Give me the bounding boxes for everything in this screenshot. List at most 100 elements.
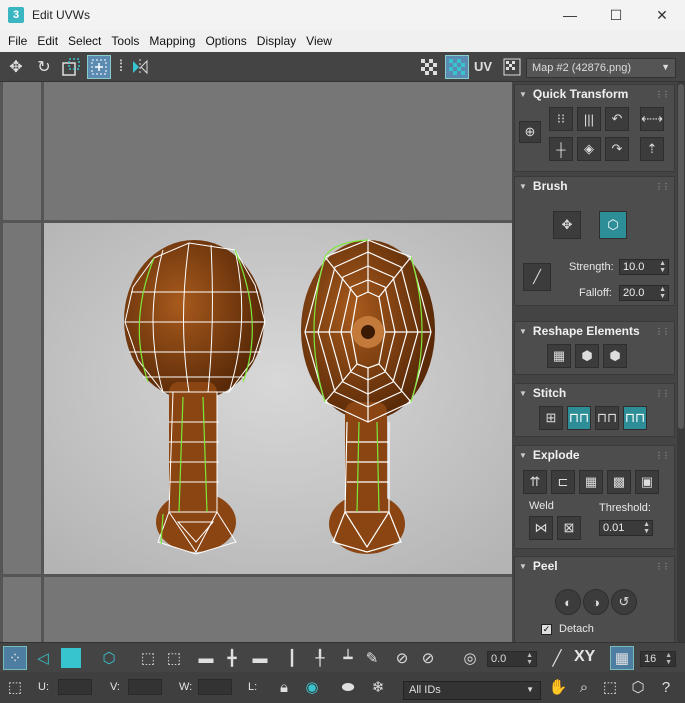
freeze-hide-icon[interactable]: ⬬ — [336, 675, 360, 699]
zoom-region-icon[interactable]: ⬚ — [598, 675, 622, 699]
zoom-extents-icon[interactable]: ⬡ — [626, 675, 650, 699]
straighten-icon[interactable]: ◈ — [577, 137, 601, 161]
grid-size-field[interactable]: 16 ▲ ▼ — [640, 651, 676, 667]
element-mode-icon[interactable]: ⬡ — [97, 646, 121, 670]
grow-selection-icon[interactable]: ╋ — [220, 646, 244, 670]
peel-mode-icon[interactable]: ◑ — [583, 589, 609, 615]
minimize-button[interactable]: — — [547, 0, 593, 30]
align-to-edge-icon[interactable]: ┼ — [549, 137, 573, 161]
grid-snap-icon[interactable]: ▦ — [610, 646, 634, 670]
move-icon[interactable]: ✥ — [4, 55, 28, 79]
absolute-offset-icon[interactable]: ⬚ — [3, 675, 27, 699]
mirror-icon[interactable] — [128, 55, 152, 79]
menu-edit[interactable]: Edit — [32, 34, 63, 48]
break-icon[interactable]: ⇈ — [523, 470, 547, 494]
space-vertical-icon[interactable]: ⇡ — [640, 137, 664, 161]
v-coordinate-field[interactable] — [128, 679, 162, 695]
hide-icon[interactable]: ◉ — [300, 675, 324, 699]
close-button[interactable]: ✕ — [639, 0, 685, 30]
u-coordinate-field[interactable] — [58, 679, 92, 695]
peel-header[interactable]: ▼ Peel ⋮⋮ — [515, 557, 674, 575]
loop-uv-icon[interactable]: ┷ — [336, 646, 360, 670]
shrink-selection-icon[interactable]: ▬ — [248, 646, 272, 670]
menu-view[interactable]: View — [301, 34, 337, 48]
show-map-icon[interactable] — [445, 55, 469, 79]
ring-selection-icon[interactable]: ┃ — [280, 646, 304, 670]
vertex-mode-icon[interactable]: ⁘ — [3, 646, 27, 670]
scrollbar-thumb[interactable] — [678, 84, 684, 429]
enlarge-brush-icon[interactable]: ⊘ — [390, 646, 414, 670]
spinner-arrows-icon[interactable]: ▲ ▼ — [659, 286, 666, 300]
flatten-by-material-icon[interactable]: ▩ — [607, 470, 631, 494]
loop-selection-icon[interactable]: ╀ — [308, 646, 332, 670]
stitch-custom-icon[interactable]: ⊞ — [539, 406, 563, 430]
quick-peel-icon[interactable]: ◐ — [555, 589, 581, 615]
expand-selection-icon[interactable]: ▬ — [194, 646, 218, 670]
stitch-header[interactable]: ▼ Stitch ⋮⋮ — [515, 384, 674, 402]
uv-texture-canvas[interactable] — [3, 82, 512, 642]
soft-selection-icon[interactable]: ◎ — [458, 646, 482, 670]
select-by-element-icon[interactable]: ⬚ — [136, 646, 160, 670]
line-tool-icon[interactable]: ╱ — [545, 646, 569, 670]
set-pivot-icon[interactable]: ⊕ — [519, 121, 541, 143]
rotation-angle-field[interactable]: 0.0 ▲ ▼ — [487, 651, 537, 667]
pan-hand-icon[interactable]: ✋ — [546, 675, 570, 699]
uv-mode-label[interactable]: UV — [474, 59, 492, 74]
uv-editor-viewport[interactable] — [0, 82, 512, 642]
texture-map-dropdown[interactable]: Map #2 (42876.png) ▼ — [526, 58, 676, 78]
reshape-elements-header[interactable]: ▼ Reshape Elements ⋮⋮ — [515, 322, 674, 340]
flatten-icon[interactable]: ▣ — [635, 470, 659, 494]
brush-stroke-icon[interactable]: ╱ — [523, 263, 551, 291]
align-horizontal-icon[interactable]: ⁝⁝ — [549, 107, 573, 131]
falloff-spinner[interactable]: 20.0 ▲ ▼ — [619, 285, 669, 301]
xy-coordinate-toggle[interactable]: XY — [574, 648, 595, 666]
lock-icon[interactable]: 🔒︎ — [272, 675, 296, 699]
straighten-selection-icon[interactable]: ▦ — [547, 344, 571, 368]
scale-icon[interactable] — [59, 55, 83, 79]
align-vertical-icon[interactable]: ||| — [577, 107, 601, 131]
weld-target-icon[interactable]: ⊠ — [557, 516, 581, 540]
spinner-arrows-icon[interactable]: ▲ ▼ — [659, 260, 666, 274]
material-id-dropdown[interactable]: All IDs ▼ — [403, 681, 541, 700]
menu-tools[interactable]: Tools — [106, 34, 144, 48]
stitch-average-icon[interactable]: ⊓⊓ — [595, 406, 619, 430]
stitch-to-target-icon[interactable]: ⊓⊓ — [567, 406, 591, 430]
relax-brush-icon[interactable]: ⬡ — [599, 211, 627, 239]
menu-mapping[interactable]: Mapping — [144, 34, 200, 48]
flatten-by-smoothing-icon[interactable]: ▦ — [579, 470, 603, 494]
freeze-icon[interactable]: ❄ — [366, 675, 390, 699]
detach-checkbox[interactable]: ✓ — [541, 624, 552, 635]
weld-selected-icon[interactable]: ⋈ — [529, 516, 553, 540]
spinner-arrows-icon[interactable]: ▲ ▼ — [643, 521, 650, 535]
quick-transform-header[interactable]: ▼ Quick Transform ⋮⋮ — [515, 85, 674, 103]
menu-select[interactable]: Select — [63, 34, 106, 48]
w-coordinate-field[interactable] — [198, 679, 232, 695]
strength-spinner[interactable]: 10.0 ▲ ▼ — [619, 259, 669, 275]
help-icon[interactable]: ? — [654, 675, 678, 699]
spinner-arrows-icon[interactable]: ▲ ▼ — [526, 652, 533, 666]
paint-move-icon[interactable]: ✥ — [553, 211, 581, 239]
stitch-to-source-icon[interactable]: ⊓⊓ — [623, 406, 647, 430]
detach-edge-icon[interactable]: ⊏ — [551, 470, 575, 494]
spinner-arrows-icon[interactable]: ▲ ▼ — [665, 652, 672, 666]
rotate-cw-icon[interactable]: ↷ — [605, 137, 629, 161]
polygon-mode-icon[interactable] — [59, 646, 83, 670]
maximize-button[interactable]: ☐ — [593, 0, 639, 30]
checker-pattern-icon[interactable] — [417, 55, 441, 79]
relax-settings-icon[interactable]: ⬢ — [603, 344, 627, 368]
zoom-icon[interactable]: ⌕ — [572, 675, 596, 699]
explode-header[interactable]: ▼ Explode ⋮⋮ — [515, 446, 674, 464]
rotate-icon[interactable]: ↻ — [32, 55, 56, 79]
select-by-element-uv-icon[interactable]: ⬚ — [162, 646, 186, 670]
panel-scrollbar[interactable] — [677, 82, 685, 642]
brush-header[interactable]: ▼ Brush ⋮⋮ — [515, 177, 674, 195]
edge-mode-icon[interactable]: ◁ — [31, 646, 55, 670]
menu-file[interactable]: File — [3, 34, 32, 48]
threshold-spinner[interactable]: 0.01 ▲ ▼ — [599, 520, 653, 536]
reset-peel-icon[interactable]: ↺ — [611, 589, 637, 615]
space-horizontal-icon[interactable]: ⇠⇢ — [640, 107, 664, 131]
relax-icon[interactable]: ⬢ — [575, 344, 599, 368]
texture-options-icon[interactable] — [500, 55, 524, 79]
freeform-mode-icon[interactable] — [87, 55, 111, 79]
shrink-brush-icon[interactable]: ⊘ — [416, 646, 440, 670]
